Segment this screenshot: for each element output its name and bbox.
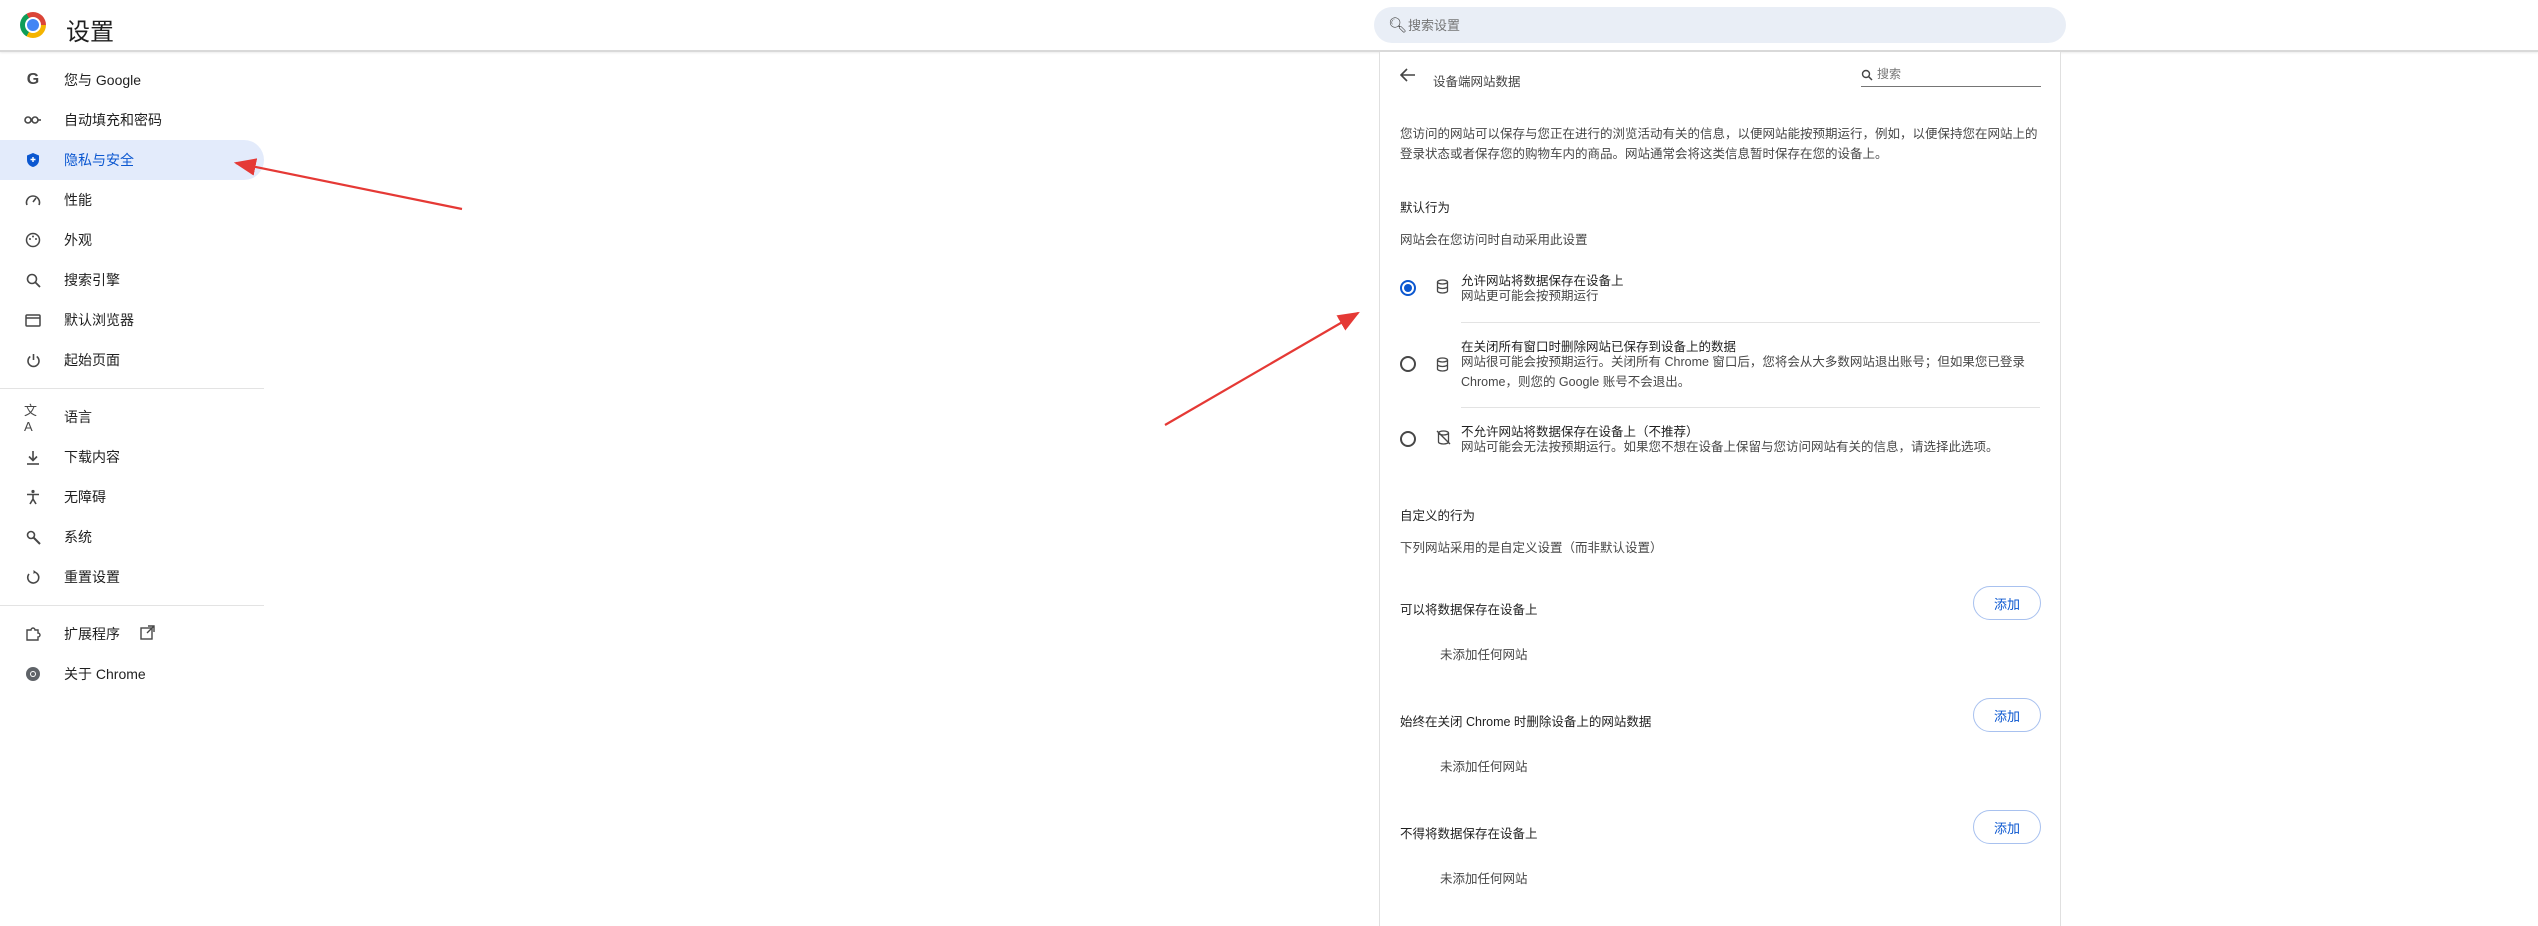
sidebar-item-privacy[interactable]: 隐私与安全 [0, 140, 264, 180]
sidebar-item-languages[interactable]: 文A 语言 [0, 397, 264, 437]
app-title: 设置 [66, 19, 114, 46]
accessibility-icon [24, 488, 42, 506]
settings-search-input[interactable] [1408, 7, 2048, 43]
add-allow-site-button[interactable]: 添加 [1973, 586, 2041, 620]
sidebar: G 您与 Google 自动填充和密码 隐私与安全 性能 外观 搜索引擎 默认浏… [0, 60, 264, 694]
add-block-site-button[interactable]: 添加 [1973, 810, 2041, 844]
sub-search-input[interactable] [1877, 67, 2037, 81]
download-icon [24, 448, 42, 466]
search-icon [1861, 69, 1873, 84]
sidebar-item-startup[interactable]: 起始页面 [0, 340, 264, 380]
back-arrow-icon[interactable] [1399, 68, 1416, 87]
sub-search-field[interactable] [1861, 67, 2041, 87]
palette-icon [24, 231, 42, 249]
puzzle-icon [24, 625, 42, 643]
option-divider [1461, 407, 2040, 408]
sidebar-item-label: 搜索引擎 [64, 272, 120, 288]
key-icon [24, 111, 42, 129]
sidebar-item-label: 自动填充和密码 [64, 112, 162, 128]
sidebar-item-label: 无障碍 [64, 489, 106, 505]
wrench-icon [24, 528, 42, 546]
sidebar-item-label: 重置设置 [64, 569, 120, 585]
settings-search-bar[interactable]: 🔍︎ [1374, 7, 2066, 43]
sidebar-item-label: 隐私与安全 [64, 152, 134, 168]
external-link-icon[interactable] [140, 625, 155, 643]
top-header: 设置 🔍︎ [0, 0, 2538, 52]
sidebar-item-label: 性能 [64, 192, 92, 208]
custom-clear-on-exit-label: 始终在关闭 Chrome 时删除设备上的网站数据 [1400, 715, 1652, 729]
sidebar-item-downloads[interactable]: 下载内容 [0, 437, 264, 477]
database-icon [1436, 279, 1449, 297]
sidebar-item-system[interactable]: 系统 [0, 517, 264, 557]
annotation-arrow-allow-option [1164, 311, 1360, 426]
option-desc: 网站很可能会按预期运行。关闭所有 Chrome 窗口后，您将会从大多数网站退出账… [1461, 355, 2025, 389]
sidebar-item-reset[interactable]: 重置设置 [0, 557, 264, 597]
empty-list-label: 未添加任何网站 [1440, 872, 1528, 886]
sidebar-item-extensions[interactable]: 扩展程序 [0, 614, 264, 654]
sidebar-item-label: 扩展程序 [64, 626, 120, 642]
sidebar-item-label: 关于 Chrome [64, 666, 146, 682]
option-desc: 网站可能会无法按预期运行。如果您不想在设备上保留与您访问网站有关的信息，请选择此… [1461, 440, 1999, 454]
search-icon [24, 271, 42, 289]
sidebar-item-search-engine[interactable]: 搜索引擎 [0, 260, 264, 300]
sidebar-item-label: 系统 [64, 529, 92, 545]
sidebar-item-label: 外观 [64, 232, 92, 248]
google-icon: G [26, 71, 40, 88]
browser-icon [24, 311, 42, 329]
restore-icon [24, 568, 42, 586]
search-icon: 🔍︎ [1388, 17, 1408, 34]
radio-option-allow[interactable]: 允许网站将数据保存在设备上 网站更可能会按预期运行 [1400, 270, 2040, 320]
empty-list-label: 未添加任何网站 [1440, 760, 1528, 774]
empty-list-label: 未添加任何网站 [1440, 648, 1528, 662]
default-behavior-title: 默认行为 [1400, 201, 1451, 215]
chrome-icon [24, 665, 42, 683]
radio-button[interactable] [1400, 280, 1416, 296]
shield-icon [24, 151, 42, 169]
option-desc: 网站更可能会按预期运行 [1461, 289, 1599, 303]
chrome-logo-icon [20, 12, 46, 38]
page-title: 设备端网站数据 [1433, 75, 1521, 89]
radio-option-clear-on-exit[interactable]: 在关闭所有窗口时删除网站已保存到设备上的数据 网站很可能会按预期运行。关闭所有 … [1400, 336, 2040, 400]
sidebar-item-you-and-google[interactable]: G 您与 Google [0, 60, 264, 100]
option-divider [1461, 322, 2040, 323]
sidebar-item-default-browser[interactable]: 默认浏览器 [0, 300, 264, 340]
translate-icon: 文A [24, 403, 38, 434]
sidebar-item-label: 您与 Google [64, 72, 142, 88]
radio-option-block[interactable]: 不允许网站将数据保存在设备上（不推荐） 网站可能会无法按预期运行。如果您不想在设… [1400, 421, 2040, 471]
sidebar-divider [0, 388, 264, 389]
sidebar-divider [0, 605, 264, 606]
custom-block-label: 不得将数据保存在设备上 [1400, 827, 1538, 841]
custom-behavior-sub: 下列网站采用的是自定义设置（而非默认设置） [1400, 541, 1663, 555]
sidebar-item-autofill[interactable]: 自动填充和密码 [0, 100, 264, 140]
sidebar-item-label: 起始页面 [64, 352, 120, 368]
annotation-arrows [233, 158, 1360, 426]
sidebar-item-about-chrome[interactable]: 关于 Chrome [0, 654, 264, 694]
custom-behavior-title: 自定义的行为 [1400, 509, 1476, 523]
custom-allow-label: 可以将数据保存在设备上 [1400, 603, 1538, 617]
default-behavior-sub: 网站会在您访问时自动采用此设置 [1400, 233, 1588, 247]
database-off-icon [1436, 430, 1451, 448]
sidebar-item-label: 语言 [64, 409, 92, 425]
sidebar-item-label: 下载内容 [64, 449, 120, 465]
add-clear-on-exit-site-button[interactable]: 添加 [1973, 698, 2041, 732]
radio-button[interactable] [1400, 356, 1416, 372]
sidebar-item-accessibility[interactable]: 无障碍 [0, 477, 264, 517]
sidebar-item-performance[interactable]: 性能 [0, 180, 264, 220]
speedometer-icon [24, 191, 42, 209]
annotation-arrow-privacy [233, 158, 463, 211]
power-icon [24, 351, 42, 369]
sidebar-item-label: 默认浏览器 [64, 312, 134, 328]
sub-page-header: 设备端网站数据 [1380, 52, 2062, 104]
sidebar-item-appearance[interactable]: 外观 [0, 220, 264, 260]
page-description: 您访问的网站可以保存与您正在进行的浏览活动有关的信息，以便网站能按预期运行，例如… [1400, 127, 2038, 161]
database-icon [1436, 357, 1449, 375]
site-data-panel: 设备端网站数据 您访问的网站可以保存与您正在进行的浏览活动有关的信息，以便网站能… [1379, 52, 2061, 926]
radio-button[interactable] [1400, 431, 1416, 447]
